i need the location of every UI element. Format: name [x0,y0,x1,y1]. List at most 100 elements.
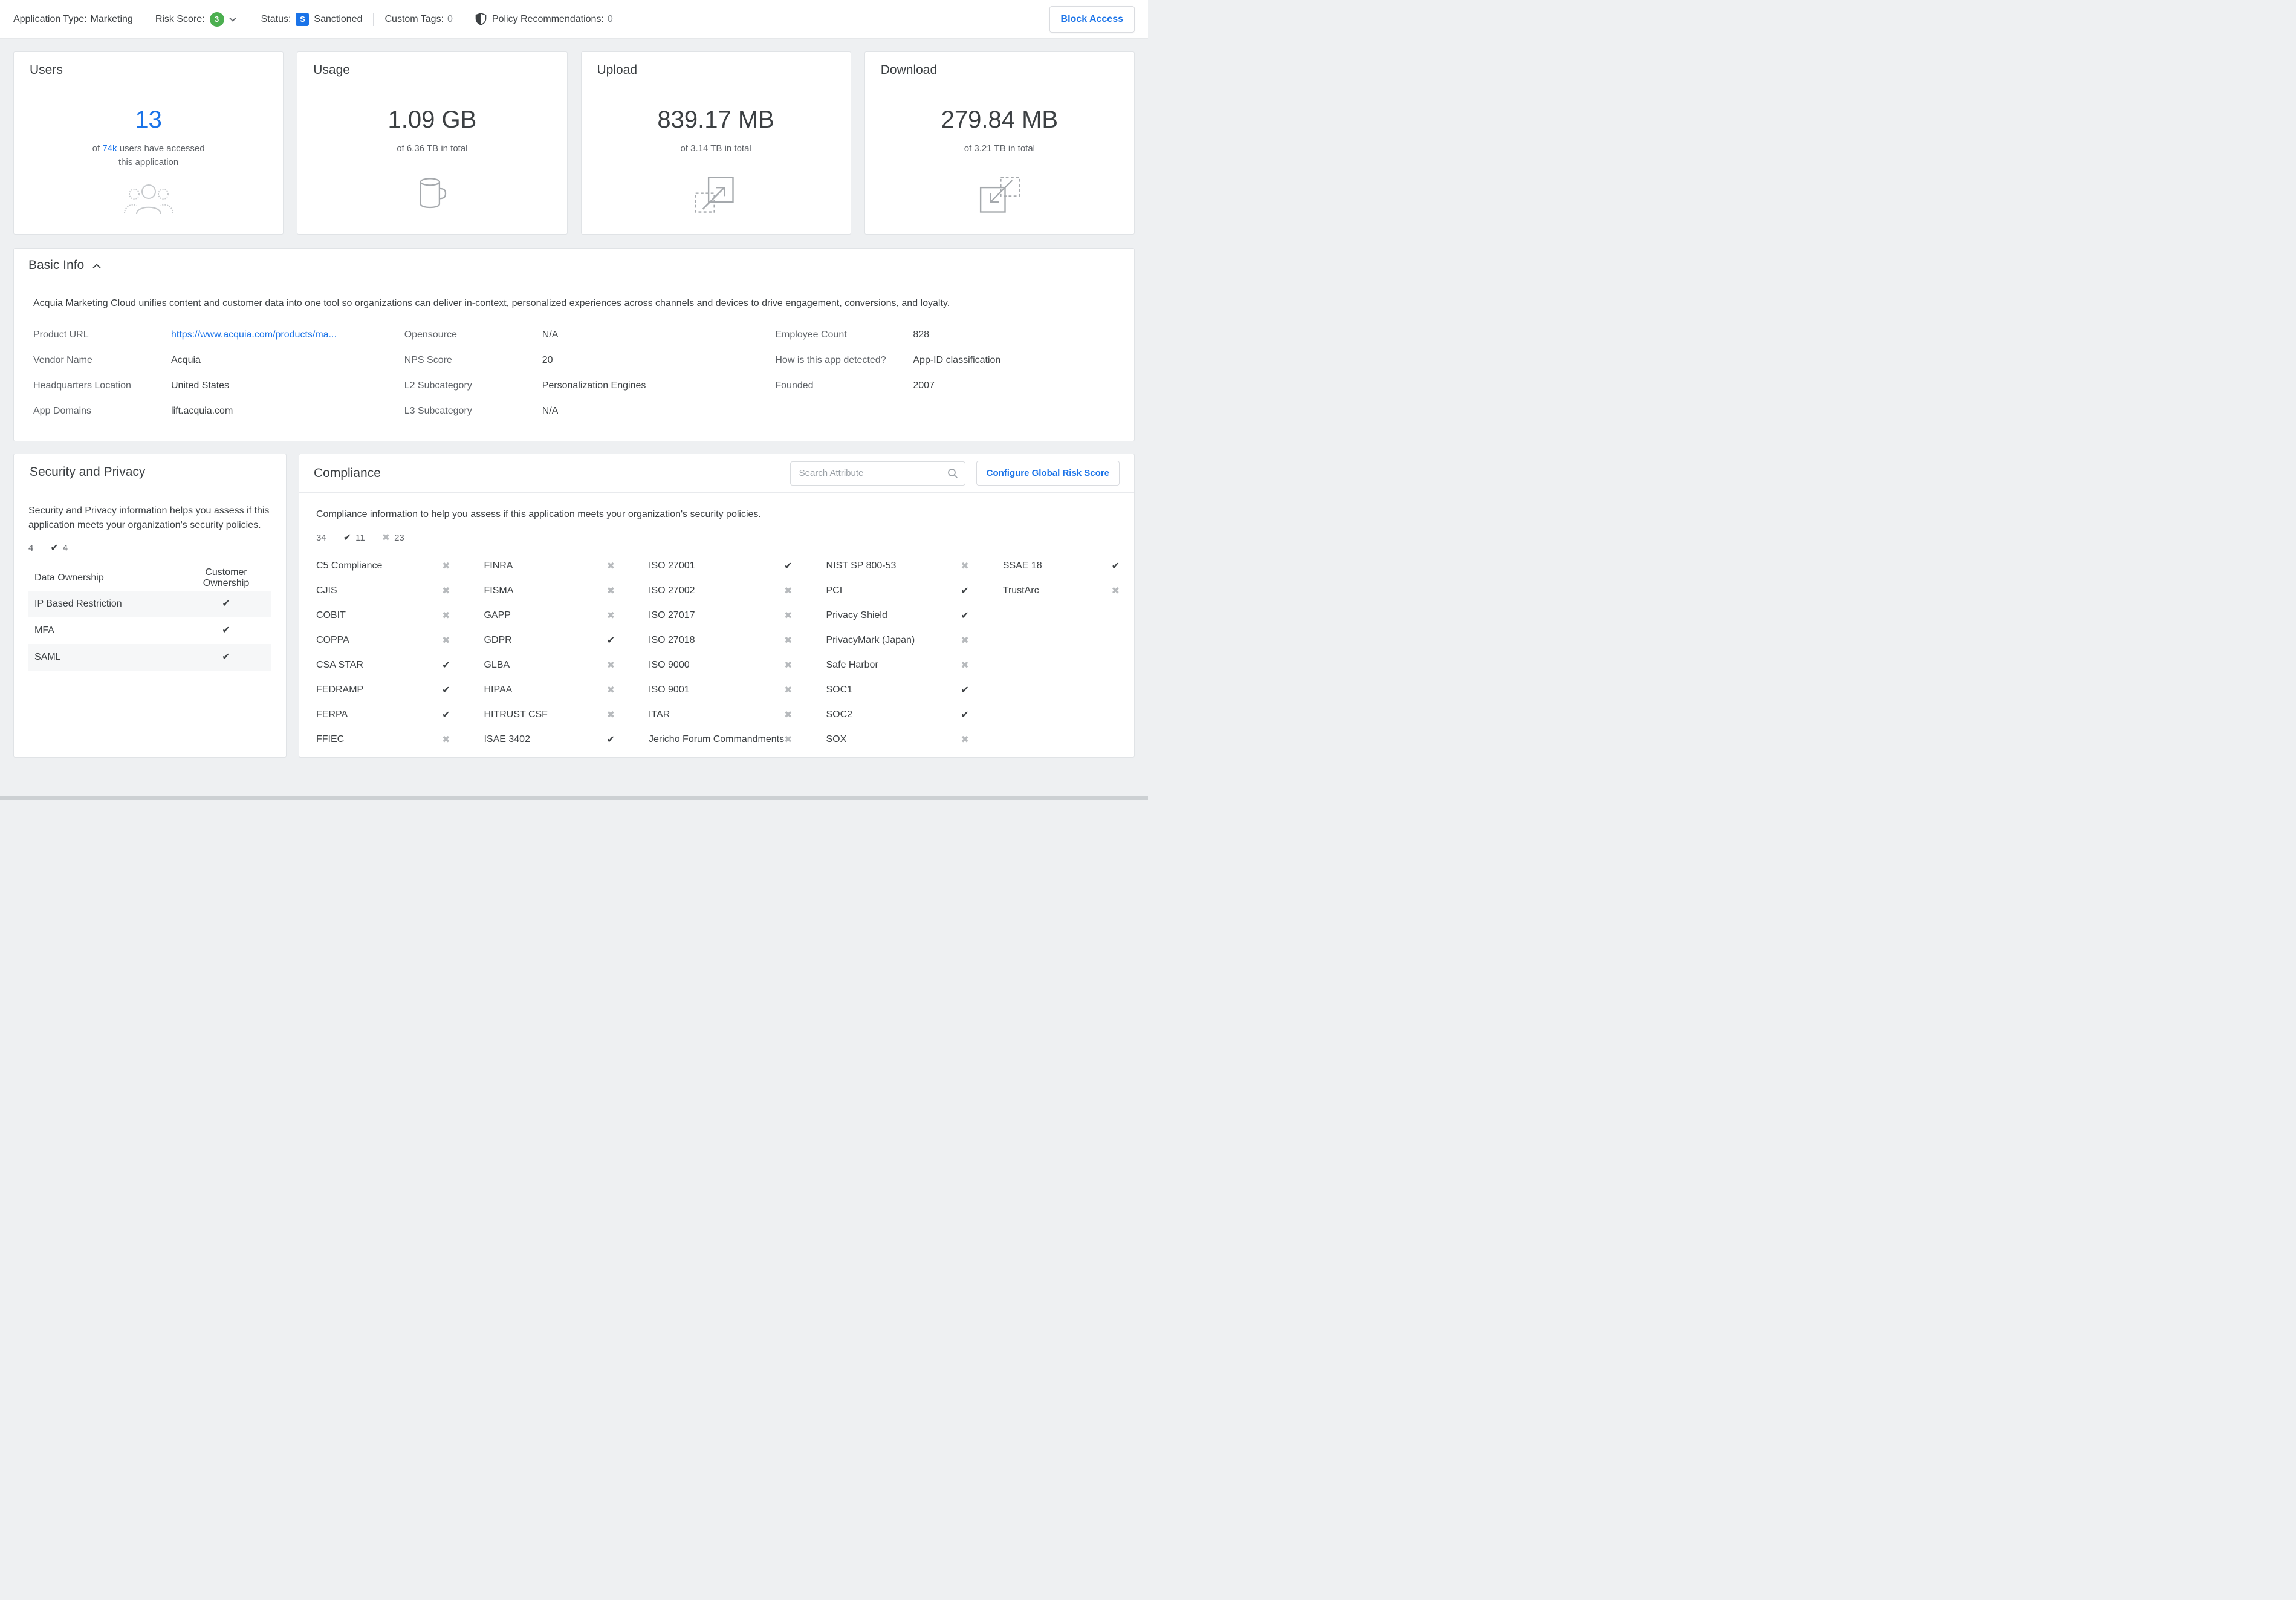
status-icon [961,636,968,645]
users-subtitle-pre: of [92,143,100,154]
field-value[interactable]: https://www.acquia.com/products/ma... [171,330,337,340]
risk-score-label: Risk Score: [155,14,205,25]
attribute-name: FFIEC [316,734,344,745]
download-card: Download 279.84 MB of 3.21 TB in total [864,51,1135,235]
basic-info-grid: Product URL https://www.acquia.com/produ… [33,322,1115,424]
chevron-down-icon [229,17,236,22]
status-icon [607,611,615,620]
attribute-name: COBIT [316,610,346,621]
security-passed-count: 4 [63,543,68,553]
status-icon [961,735,968,744]
security-table-row: SAML [28,644,271,671]
basic-info-header[interactable]: Basic Info [14,249,1134,282]
status-icon [607,561,615,571]
download-card-body: 279.84 MB of 3.21 TB in total [865,88,1134,218]
field-label: L3 Subcategory [404,406,542,417]
status-icon [607,586,615,596]
status-label: Status: [261,14,291,25]
compliance-attribute: C5 Compliance [316,554,468,579]
compliance-attribute: ISO 27001 [649,554,810,579]
attribute-name: TrustArc [1003,585,1039,596]
basic-info-column: Opensource N/A NPS Score 20 L2 Subcatego… [404,322,761,424]
download-card-header: Download [865,52,1134,88]
usage-card-header: Usage [297,52,566,88]
compliance-attribute: FEDRAMP [316,678,468,703]
compliance-title: Compliance [314,466,381,481]
status-icon [442,685,450,695]
block-access-button[interactable]: Block Access [1049,6,1135,33]
attribute-name: ISO 27017 [649,610,695,621]
risk-score-dropdown-button[interactable] [227,15,239,24]
compliance-failed-count: 23 [394,533,404,543]
status-icon [961,710,968,720]
attribute-name: ISO 27018 [649,635,695,646]
usage-card-title: Usage [313,63,350,77]
shield-icon [475,13,487,25]
search-attribute-input[interactable] [790,461,965,486]
attribute-status-cell [181,652,271,663]
bottom-row: Security and Privacy Security and Privac… [13,454,1135,758]
attribute-name: GAPP [484,610,510,621]
compliance-summary: 34 11 23 [316,533,1122,543]
configure-global-risk-score-button[interactable]: Configure Global Risk Score [976,461,1120,486]
security-privacy-title: Security and Privacy [30,465,145,480]
compliance-attribute: ISO 27018 [649,628,810,653]
download-subtitle: of 3.21 TB in total [865,142,1134,156]
attribute-name: ISAE 3402 [484,734,530,745]
upload-value: 839.17 MB [582,106,851,134]
basic-info-collapse-button[interactable] [90,261,103,272]
status-icon [784,636,792,645]
attribute-name: CSA STAR [316,660,363,671]
status-icon [784,685,792,695]
status-icon [607,660,615,670]
attribute-name: ISO 27002 [649,585,695,596]
compliance-attribute: ISO 9001 [649,678,810,703]
attribute-name: Jericho Forum Commandments [649,734,784,745]
attribute-name: CJIS [316,585,337,596]
attribute-name: ISO 9000 [649,660,690,671]
upload-card-title: Upload [597,63,638,77]
attribute-name: GDPR [484,635,511,646]
compliance-grid: C5 Compliance CJIS COBIT [316,554,1122,752]
attribute-name: SOC2 [826,709,853,720]
risk-score-badge: 3 [210,12,224,27]
users-subtitle-post: users have accessed [120,143,205,154]
policy-recommendations: Policy Recommendations: 0 [475,13,613,25]
compliance-attribute: CJIS [316,579,468,603]
users-total-link[interactable]: 74k [102,143,117,154]
compliance-total-count: 34 [316,533,326,543]
basic-info-card: Basic Info Acquia Marketing Cloud unifie… [13,248,1135,441]
compliance-attribute: FINRA [484,554,633,579]
attribute-name: ITAR [649,709,670,720]
basic-info-field: Vendor Name Acquia [33,348,390,373]
attribute-name: MFA [28,625,181,636]
compliance-column: FINRA FISMA GAPP [484,554,633,752]
attribute-status-cell [181,599,271,610]
search-icon [947,468,958,479]
compliance-card: Compliance Configure Global Risk Score C… [299,454,1135,758]
compliance-column: NIST SP 800-53 PCI Privacy Shield [826,554,987,752]
compliance-attribute: HIPAA [484,678,633,703]
security-table-header: Data Ownership Customer Ownership [28,565,271,591]
status-badge: S [296,13,309,26]
usage-card: Usage 1.09 GB of 6.36 TB in total [297,51,567,235]
compliance-attribute: COPPA [316,628,468,653]
compliance-attribute: SOC1 [826,678,987,703]
compliance-attribute: HITRUST CSF [484,703,633,727]
compliance-attribute: SSAE 18 [1003,554,1122,579]
status-icon [222,597,230,609]
security-privacy-header: Security and Privacy [14,454,286,490]
security-privacy-description: Security and Privacy information helps y… [28,504,271,532]
field-label: App Domains [33,406,171,417]
status-icon [784,710,792,720]
compliance-attribute: CSA STAR [316,653,468,678]
status-icon [607,636,615,645]
x-icon [382,533,390,542]
security-privacy-body: Security and Privacy information helps y… [14,490,286,683]
field-label: Headquarters Location [33,380,171,391]
status-icon [961,685,968,695]
field-label: Opensource [404,330,542,340]
compliance-attribute: Privacy Shield [826,603,987,628]
compliance-attribute: GDPR [484,628,633,653]
users-subtitle-line2: this application [118,157,178,167]
